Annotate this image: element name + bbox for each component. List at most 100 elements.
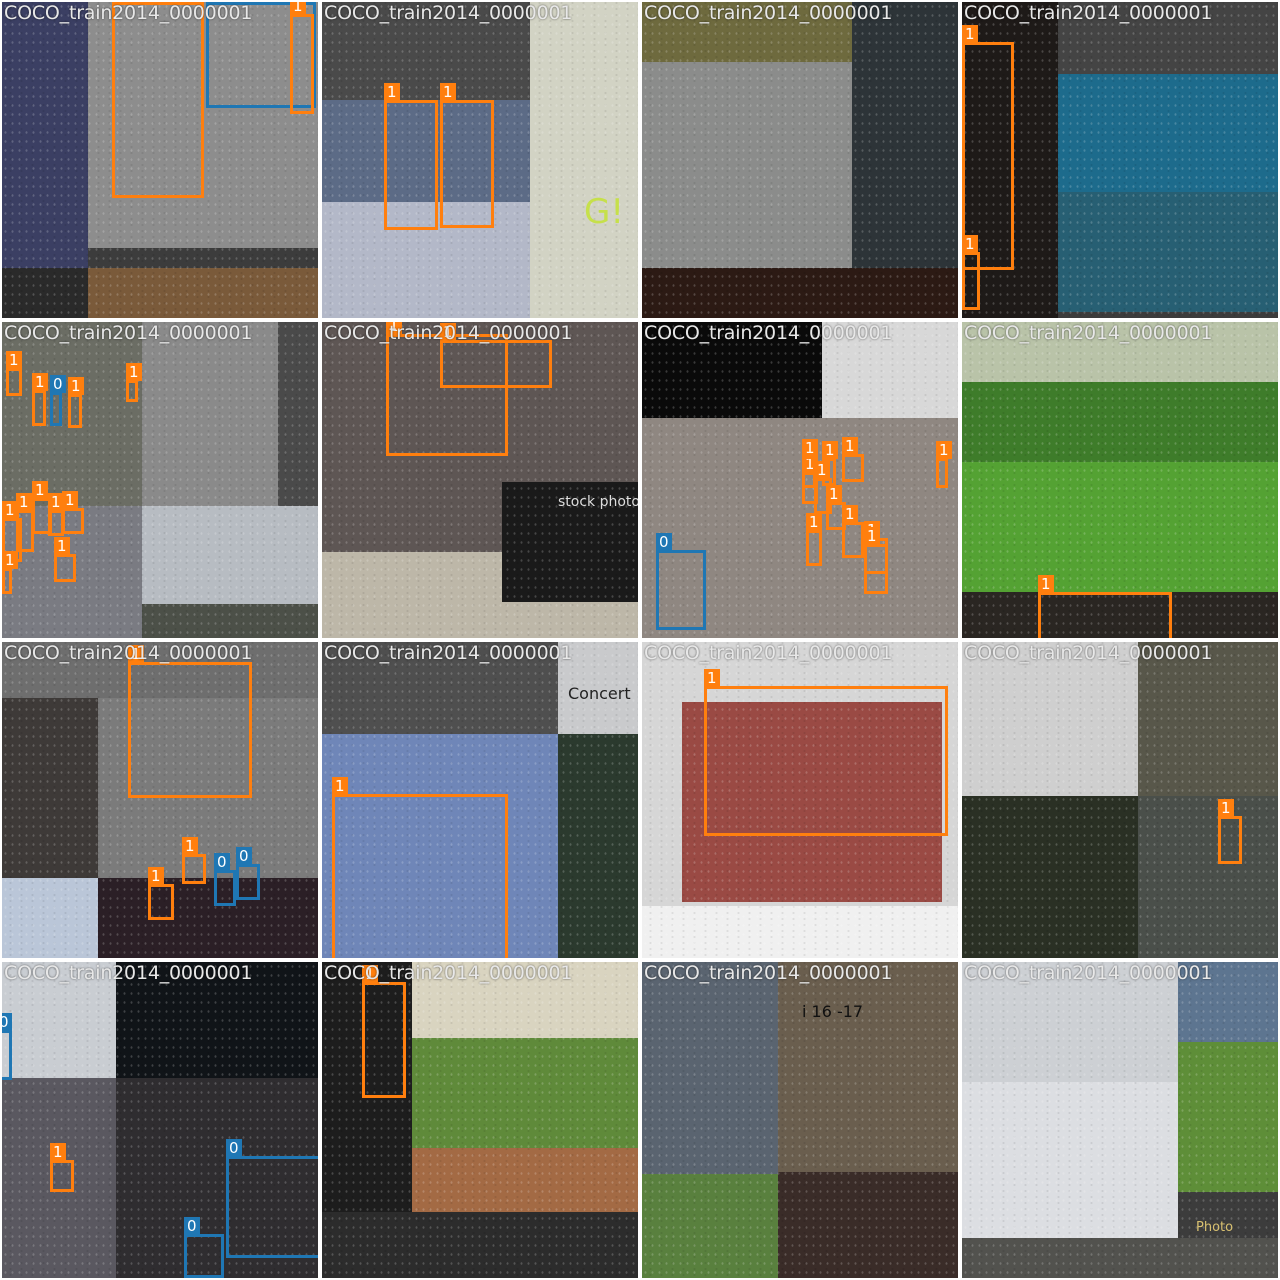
mosaic-tile: COCO_train2014_0000001 1 (962, 642, 1278, 958)
mosaic-tile: COCO_train2014_0000001 Photo (962, 962, 1278, 1278)
photo-patch (2, 2, 88, 268)
bbox-class-1: 1 (962, 235, 980, 310)
bbox-class-1: 1 (440, 323, 552, 388)
photo-patch (962, 1082, 1178, 1242)
bbox-label: 1 (68, 377, 84, 395)
bbox-label: 1 (864, 527, 880, 545)
tile-filename: COCO_train2014_0000001 (324, 642, 573, 664)
bbox-label: 1 (822, 441, 838, 459)
mosaic-tile: COCO_train2014_0000001 0 1 0 0 (2, 962, 318, 1278)
bbox-class-0: 0 (214, 853, 236, 906)
bbox-class-1: 1 (842, 505, 864, 558)
mosaic-tile: COCO_train2014_0000001 1 (642, 642, 958, 958)
bbox-label: 0 (236, 847, 252, 865)
mosaic-tile: COCO_train2014_0000001 i 16 -17 (642, 962, 958, 1278)
bbox-class-1: 1 (704, 669, 948, 836)
bbox-label: 0 (214, 853, 230, 871)
tile-filename: COCO_train2014_0000001 (964, 322, 1213, 344)
bbox-class-1: 1 (128, 645, 252, 798)
bbox-class-0: 0 (656, 533, 706, 630)
bbox-class-1: 1 (182, 837, 206, 884)
bbox-label: 1 (842, 505, 858, 523)
mosaic-tile: COCO_train2014_0000001 1 1 1 0 0 (2, 642, 318, 958)
photo-patch (642, 1174, 778, 1278)
bbox-label: 0 (50, 375, 66, 393)
mosaic-tile: COCO_train2014_0000001011111111111 (642, 322, 958, 638)
tile-filename: COCO_train2014_0000001 (644, 642, 893, 664)
bbox-class-1: 1 (62, 491, 84, 534)
bbox-class-1: 1 (54, 537, 76, 582)
bbox-label: 1 (842, 437, 858, 455)
bbox-label: 1 (384, 83, 400, 101)
tile-filename: COCO_train2014_0000001 (964, 962, 1213, 984)
bbox-label: 0 (184, 1217, 200, 1235)
bbox-class-1: 1 (68, 377, 84, 428)
photo-patch (278, 322, 318, 506)
photo-patch (962, 462, 1278, 592)
bbox-label: 1 (1038, 575, 1054, 593)
bbox-class-1: 1 (50, 1143, 74, 1192)
bbox-class-0: 0 (2, 1013, 12, 1080)
mosaic-grid: COCO_train2014_0000001101COCO_train2014_… (0, 0, 1280, 1280)
bbox-label: 1 (182, 837, 198, 855)
bbox-label: 1 (806, 513, 822, 531)
photo-patch (412, 1148, 638, 1212)
bbox-label: 0 (2, 1013, 12, 1031)
tile-filename: COCO_train2014_0000001 (324, 962, 573, 984)
bbox-label: 1 (126, 363, 142, 381)
bbox-class-0: 0 (50, 375, 66, 426)
photo-patch (1138, 642, 1278, 796)
mosaic-tile: COCO_train2014_0000001 1 (322, 962, 638, 1278)
bbox-label: 1 (6, 351, 22, 369)
bbox-class-1: 1 (384, 83, 438, 230)
bbox-class-1: 1 (936, 441, 952, 488)
bbox-label: 1 (962, 25, 978, 43)
tile-filename: COCO_train2014_0000001 (644, 2, 893, 24)
watermark-text: Photo (1196, 1220, 1234, 1235)
bbox-class-1: 1 (1038, 575, 1172, 638)
mosaic-tile: COCO_train2014_0000001 (642, 2, 958, 318)
bbox-label: 1 (50, 1143, 66, 1161)
bbox-class-1: 1 (1218, 799, 1242, 864)
photo-patch (142, 604, 318, 638)
tile-filename: COCO_train2014_0000001 (964, 642, 1213, 664)
bbox-class-1: 1 (842, 437, 864, 482)
bbox-class-1: 1 (148, 867, 174, 920)
mosaic-tile: COCO_train2014_0000001 1 1 stock photo (322, 322, 638, 638)
tile-filename: COCO_train2014_0000001 (324, 322, 573, 344)
photo-patch (778, 1172, 958, 1278)
bbox-label: 0 (656, 533, 672, 551)
bbox-label: 1 (332, 777, 348, 795)
tile-filename: COCO_train2014_0000001 (324, 2, 573, 24)
photo-patch (642, 906, 958, 958)
tile-filename: COCO_train2014_0000001 (4, 2, 253, 24)
photo-patch (1138, 796, 1278, 958)
bbox-class-0: 0 (226, 1139, 318, 1258)
photo-patch (1178, 1042, 1278, 1192)
photo-patch (530, 2, 638, 318)
bbox-class-1: 1 (2, 551, 18, 594)
bbox-class-1: 1 (32, 373, 48, 426)
photo-patch (2, 878, 98, 958)
tile-filename: COCO_train2014_0000001 (4, 962, 253, 984)
photo-patch (1058, 192, 1278, 312)
photo-patch (98, 878, 318, 958)
bbox-label: 1 (148, 867, 164, 885)
bbox-label: 1 (32, 481, 48, 499)
bbox-label: 1 (962, 235, 978, 253)
bbox-class-1: 1 (290, 2, 314, 114)
mosaic-tile: COCO_train2014_0000001 1 (962, 322, 1278, 638)
bbox-label: 1 (440, 83, 456, 101)
bbox-label: 1 (32, 373, 48, 391)
bbox-class-1: 1 (6, 351, 22, 396)
tile-filename: COCO_train2014_0000001 (964, 2, 1213, 24)
mosaic-tile: COCO_train2014_0000001 1 1 G! (322, 2, 638, 318)
bbox-label: 1 (802, 439, 818, 457)
mosaic-tile: COCO_train2014_0000001 1 1 (962, 2, 1278, 318)
bbox-label: 1 (1218, 799, 1234, 817)
bbox-label: 1 (2, 551, 18, 569)
bbox-label: 1 (814, 461, 830, 479)
bbox-class-1: 1 (864, 527, 888, 594)
tile-filename: COCO_train2014_0000001 (4, 322, 253, 344)
bbox-class-0: 0 (236, 847, 260, 900)
